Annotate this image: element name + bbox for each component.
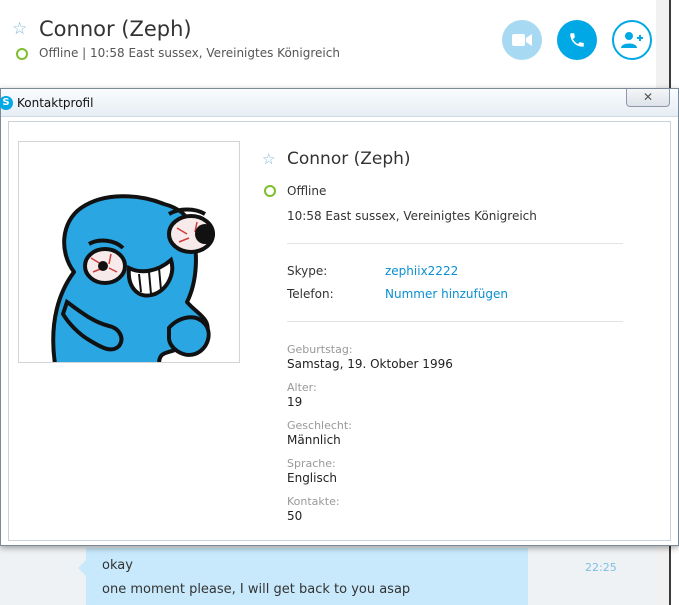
chat-timestamp: 22:25 — [585, 561, 617, 574]
offline-status-icon — [264, 185, 276, 197]
video-call-button[interactable] — [502, 20, 542, 60]
video-camera-icon — [512, 34, 532, 46]
contacts-label: Kontakte: — [287, 495, 340, 508]
profile-status: Offline — [287, 184, 327, 198]
divider — [287, 321, 623, 322]
contact-status-line: Offline | 10:58 East sussex, Vereinigtes… — [39, 46, 340, 60]
gender-label: Geschlecht: — [287, 419, 352, 432]
add-phone-number-link[interactable]: Nummer hinzufügen — [385, 287, 508, 301]
dialog-titlebar[interactable]: S Kontaktprofil ✕ — [0, 89, 678, 117]
contact-name[interactable]: Connor (Zeph) — [39, 17, 192, 41]
call-button[interactable] — [557, 20, 597, 60]
chat-message: one moment please, I will get back to yo… — [102, 582, 411, 597]
contacts-value: 50 — [287, 509, 303, 523]
birthday-label: Geburtstag: — [287, 343, 353, 356]
phone-icon — [570, 33, 584, 47]
gender-value: Männlich — [287, 433, 341, 447]
profile-location: 10:58 East sussex, Vereinigtes Königreic… — [287, 209, 537, 223]
dialog-title: Kontaktprofil — [17, 96, 94, 110]
favorite-star-icon[interactable]: ☆ — [12, 19, 32, 39]
language-label: Sprache: — [287, 457, 336, 470]
add-contact-button[interactable] — [612, 20, 652, 60]
age-label: Alter: — [287, 381, 317, 394]
favorite-star-icon[interactable]: ☆ — [262, 150, 275, 168]
contact-avatar — [18, 141, 240, 363]
skype-name-link[interactable]: zephiix2222 — [385, 264, 458, 278]
blue-creature-avatar-image — [51, 194, 215, 362]
offline-status-icon — [16, 48, 28, 60]
skype-logo-icon: S — [0, 96, 13, 110]
phone-label: Telefon: — [287, 287, 334, 301]
language-value: Englisch — [287, 471, 337, 485]
birthday-value: Samstag, 19. Oktober 1996 — [287, 357, 453, 371]
profile-name: Connor (Zeph) — [287, 149, 411, 169]
chat-bubble-tail — [78, 560, 86, 576]
close-button[interactable]: ✕ — [626, 89, 670, 107]
age-value: 19 — [287, 395, 303, 409]
chat-message: okay — [102, 558, 133, 573]
add-person-icon — [621, 32, 643, 48]
divider — [287, 243, 623, 244]
conversation-header: ☆ Connor (Zeph) Offline | 10:58 East sus… — [0, 0, 679, 88]
skype-label: Skype: — [287, 264, 328, 278]
